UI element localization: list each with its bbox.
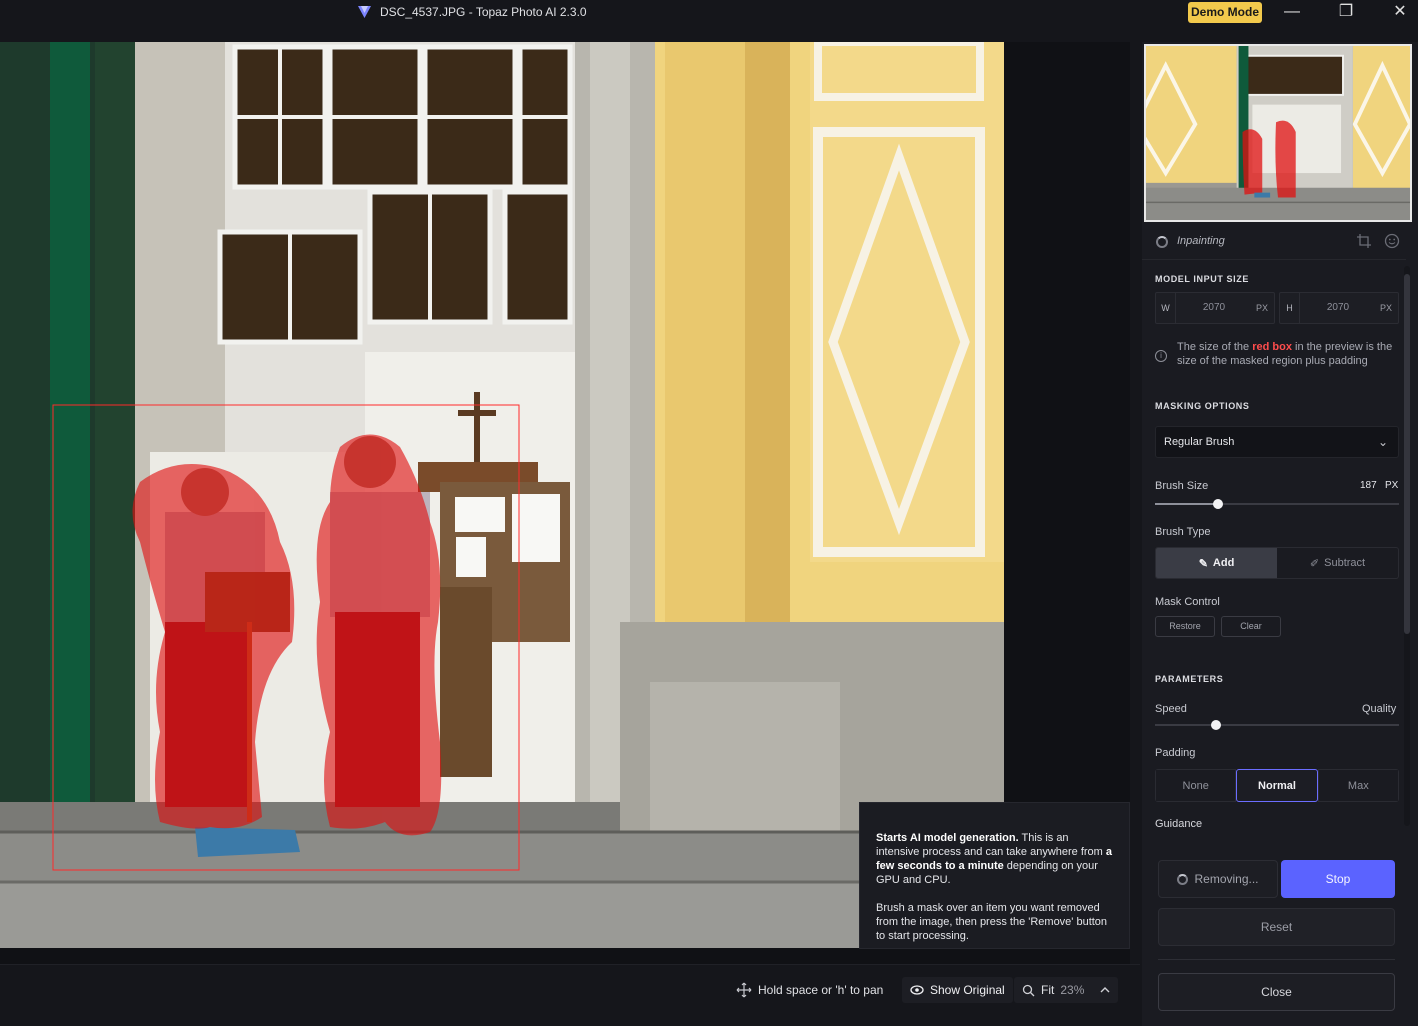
maximize-button[interactable]: ❐ — [1326, 0, 1366, 24]
bottom-toolbar: Hold space or 'h' to pan Show Original F… — [0, 964, 1140, 1026]
info-highlight: red box — [1252, 341, 1292, 353]
demo-mode-badge[interactable]: Demo Mode — [1188, 2, 1262, 23]
height-label: H — [1280, 293, 1300, 323]
zoom-control[interactable]: Fit 23% — [1014, 977, 1118, 1003]
move-icon — [736, 982, 752, 998]
brush-size-slider[interactable] — [1155, 499, 1399, 509]
removing-spinner-icon — [1177, 873, 1189, 885]
zoom-icon — [1022, 984, 1035, 996]
width-value: 2070 — [1202, 302, 1226, 313]
spinner-icon — [1156, 236, 1168, 248]
info-icon: i — [1155, 350, 1167, 362]
photo-preview[interactable] — [0, 42, 1004, 948]
clear-button[interactable]: Clear — [1221, 616, 1281, 637]
speed-quality-thumb[interactable] — [1211, 720, 1221, 730]
crop-icon[interactable] — [1356, 233, 1372, 249]
removing-label: Removing... — [1194, 872, 1259, 886]
brush-size-unit: PX — [1385, 480, 1399, 491]
pan-hint: Hold space or 'h' to pan — [736, 982, 883, 998]
brush-type-toggle: ✎ Add ✐ Subtract — [1155, 547, 1399, 579]
minimize-button[interactable]: — — [1272, 0, 1312, 24]
brush-size-value: 187 — [1360, 480, 1377, 491]
brush-type-label: Brush Type — [1155, 526, 1211, 538]
stop-button[interactable]: Stop — [1281, 860, 1395, 898]
info-text-1: The size of the — [1177, 341, 1253, 353]
height-field[interactable]: H 2070 PX — [1279, 292, 1399, 324]
height-unit: PX — [1379, 303, 1392, 313]
removing-button: Removing... — [1158, 860, 1278, 898]
tool-header: Inpainting — [1142, 224, 1406, 260]
zoom-value: 23% — [1060, 983, 1085, 997]
brush-mode-value: Regular Brush — [1164, 436, 1235, 448]
topaz-logo-icon — [358, 6, 371, 18]
tooltip-bold-1: Starts AI model generation. — [876, 832, 1019, 844]
brush-type-subtract[interactable]: ✐ Subtract — [1277, 548, 1398, 578]
tooltip-paragraph-2: Brush a mask over an item you want remov… — [876, 902, 1108, 942]
zoom-label: Fit — [1041, 983, 1055, 997]
restore-button[interactable]: Restore — [1155, 616, 1215, 637]
mask-control-label: Mask Control — [1155, 596, 1220, 608]
title-bar: DSC_4537.JPG - Topaz Photo AI 2.3.0 Demo… — [0, 0, 1418, 42]
close-window-button[interactable]: ✕ — [1380, 0, 1418, 24]
padding-normal[interactable]: Normal — [1236, 769, 1318, 802]
panel-scrollbar-thumb[interactable] — [1404, 274, 1410, 634]
padding-toggle: None Normal Max — [1155, 769, 1399, 802]
panel-scrollbar[interactable] — [1404, 266, 1410, 826]
brush-mode-select[interactable]: Regular Brush ⌄ — [1155, 426, 1399, 458]
speed-label: Speed — [1155, 703, 1187, 715]
face-icon[interactable] — [1384, 233, 1400, 249]
show-original-label: Show Original — [930, 983, 1005, 997]
width-unit: PX — [1255, 303, 1268, 313]
brush-size-thumb[interactable] — [1213, 499, 1224, 509]
navigator-thumbnail[interactable] — [1144, 44, 1412, 222]
inpainting-panel: Inpainting MODEL INPUT SIZE W 2070 PX H … — [1142, 42, 1418, 1026]
brush-type-add-label: Add — [1212, 557, 1235, 569]
show-original-button[interactable]: Show Original — [902, 977, 1013, 1003]
width-label: W — [1156, 293, 1176, 323]
reset-button[interactable]: Reset — [1158, 908, 1395, 946]
guidance-label: Guidance — [1155, 818, 1203, 830]
eraser-icon: ✐ — [1309, 557, 1320, 570]
divider — [1158, 959, 1395, 960]
padding-label: Padding — [1155, 747, 1196, 759]
red-box-info: i The size of the red box in the preview… — [1155, 340, 1405, 368]
brush-icon: ✎ — [1198, 557, 1208, 570]
brush-size-fill — [1155, 503, 1219, 505]
eye-icon — [910, 985, 924, 995]
brush-size-label: Brush Size — [1155, 480, 1209, 492]
close-tool-button[interactable]: Close — [1158, 973, 1395, 1011]
brush-type-subtract-label: Subtract — [1324, 557, 1366, 569]
speed-quality-slider[interactable] — [1155, 720, 1399, 730]
window-title: DSC_4537.JPG - Topaz Photo AI 2.3.0 — [380, 5, 587, 19]
remove-tooltip: Starts AI model generation. This is an i… — [859, 802, 1130, 949]
chevron-down-icon: ⌄ — [1377, 435, 1388, 449]
tool-title: Inpainting — [1177, 235, 1225, 247]
padding-max[interactable]: Max — [1317, 769, 1399, 802]
width-field[interactable]: W 2070 PX — [1155, 292, 1275, 324]
padding-none[interactable]: None — [1155, 769, 1237, 802]
pan-hint-text: Hold space or 'h' to pan — [758, 983, 884, 997]
chevron-up-icon[interactable] — [1100, 985, 1110, 995]
quality-label: Quality — [1362, 703, 1397, 715]
height-value: 2070 — [1326, 302, 1350, 313]
model-input-size-label: MODEL INPUT SIZE — [1155, 274, 1249, 284]
brush-type-add[interactable]: ✎ Add — [1156, 548, 1277, 578]
parameters-label: PARAMETERS — [1155, 674, 1224, 684]
masking-options-label: MASKING OPTIONS — [1155, 401, 1250, 411]
